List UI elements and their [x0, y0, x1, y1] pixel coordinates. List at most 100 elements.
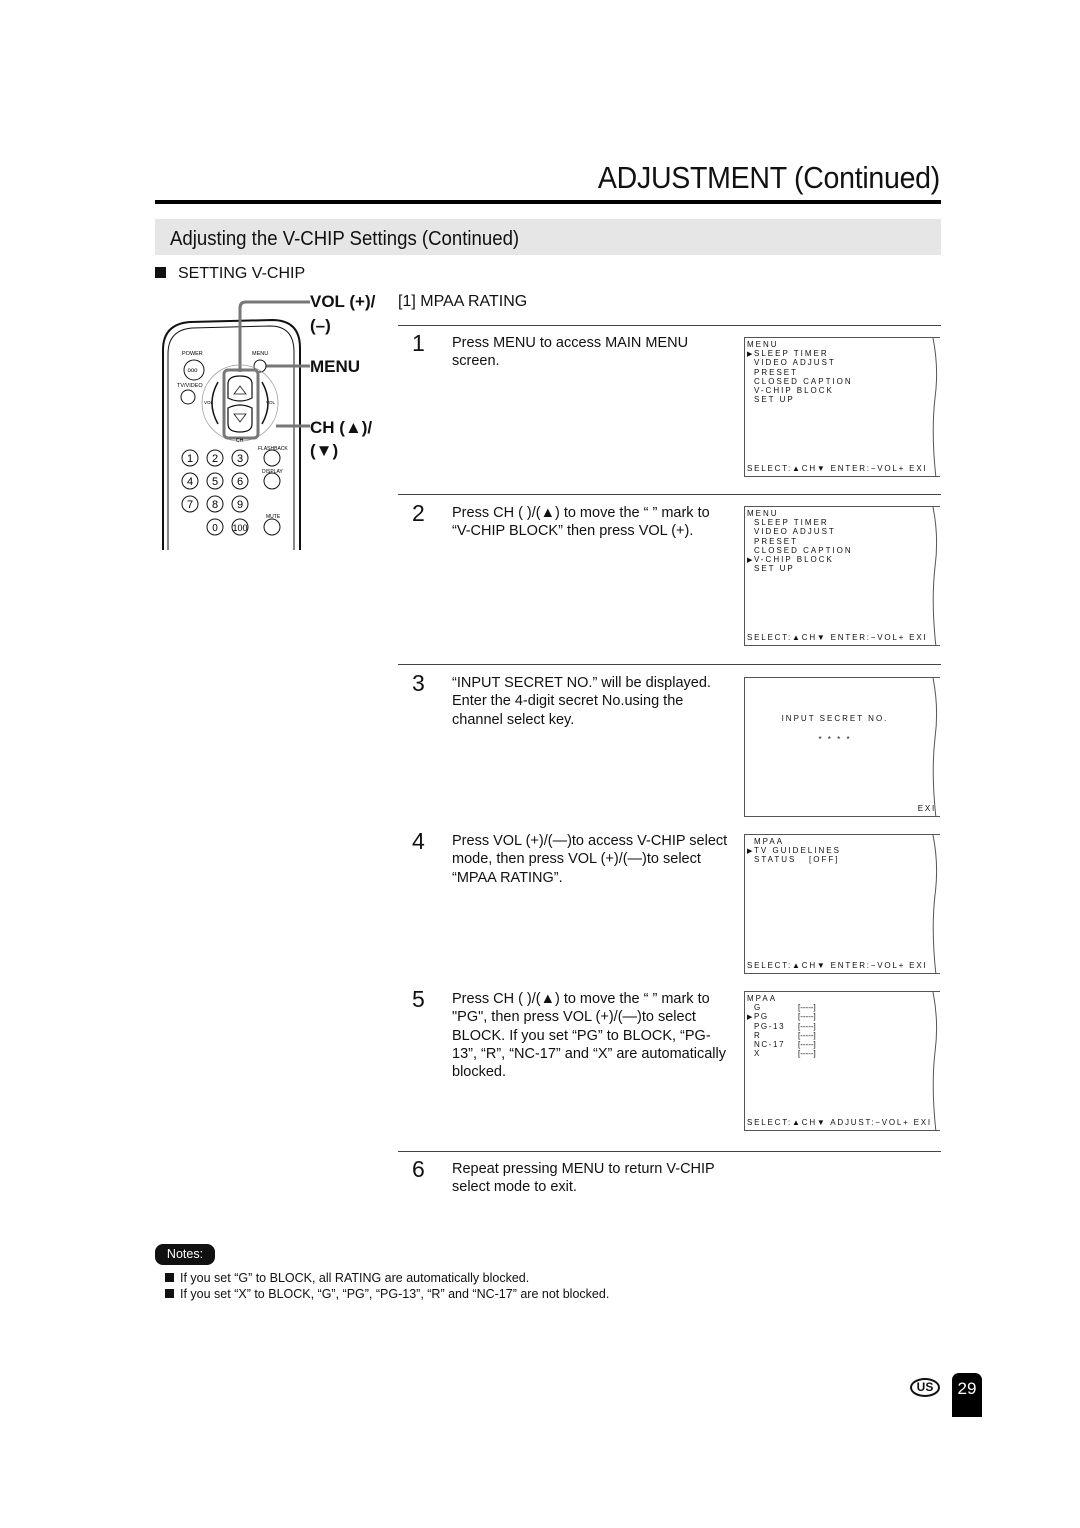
step-text: Press CH ( )/(▲) to move the “ ” mark to…: [452, 991, 726, 1081]
vol-callout: VOL (+)/: [310, 292, 376, 311]
osd-item: R [-----]: [747, 1031, 816, 1040]
osd-screen-mpaa-ratings: MPAA G [-----] ▶ PG [-----] PG-13 [-----] R [-…: [744, 991, 940, 1131]
step-text: Press CH ( )/(▲) to move the “ ” mark to…: [452, 505, 710, 540]
svg-text:TV/VIDEO: TV/VIDEO: [177, 383, 203, 389]
rating-status: [-----]: [798, 1030, 816, 1040]
osd-title: MPAA: [747, 994, 778, 1003]
osd-prompt: INPUT SECRET NO.: [781, 714, 889, 723]
osd-item: X [-----]: [747, 1049, 816, 1058]
svg-text:0: 0: [212, 523, 218, 534]
ch-down-button: [227, 404, 253, 433]
pointer-spacer: [747, 1050, 754, 1059]
title-rule: [155, 200, 941, 204]
divider: [398, 325, 941, 326]
page-title: ADJUSTMENT (Continued): [597, 160, 940, 195]
number-keypad: 1 2 3 4 5 6 7 8 9 0 100: [181, 449, 249, 536]
step-text: Press VOL (+)/(—)to access V-CHIP select…: [452, 833, 728, 886]
mute-button: [263, 518, 281, 536]
tv-video-button: [180, 389, 196, 405]
screen-torn-edge: [932, 338, 938, 476]
vol-callout-minus: (–): [310, 316, 331, 335]
osd-footer: SELECT:▲CH▼ ADJUST:−VOL+ EXI: [747, 1118, 932, 1127]
note-item: If you set “G” to BLOCK, all RATING are …: [165, 1271, 529, 1285]
step-text: Repeat pressing MENU to return V-CHIP se…: [452, 1161, 715, 1196]
divider: [398, 1151, 941, 1152]
svg-text:4: 4: [187, 476, 193, 488]
osd-item: CLOSED CAPTION: [747, 546, 853, 555]
osd-ratings-list: MPAA G [-----] ▶ PG [-----] PG-13 [-----] R [-…: [747, 994, 816, 1058]
menu-label: MENU: [252, 351, 268, 357]
section-title: Adjusting the V-CHIP Settings (Continued…: [170, 228, 520, 250]
svg-text:1: 1: [187, 453, 193, 465]
svg-text:7: 7: [187, 499, 193, 511]
step-number: 2: [412, 500, 425, 526]
osd-list: MENU SLEEP TIMER VIDEO ADJUST PRESET CLO…: [747, 509, 853, 573]
rating-status: [-----]: [798, 1003, 816, 1013]
osd-list: MENU ▶ SLEEP TIMER VIDEO ADJUST PRESET CLO…: [747, 340, 853, 404]
notes-badge: Notes:: [155, 1244, 215, 1265]
svg-text:3: 3: [237, 453, 243, 465]
osd-item: NC-17 [-----]: [747, 1040, 816, 1049]
osd-item-selected: ▶ SLEEP TIMER: [747, 349, 829, 359]
svg-text:2: 2: [212, 453, 218, 465]
osd-item: MPAA: [747, 837, 841, 846]
osd-item: PRESET: [747, 537, 853, 546]
remote-control-illustration: POWER ooo MENU TV/VIDEO VOL VOL CH 1 2 3…: [162, 300, 310, 550]
svg-text:6: 6: [237, 476, 243, 488]
step-number: 1: [412, 330, 425, 356]
ch-callout-down: (▼): [310, 441, 339, 460]
svg-text:VOL: VOL: [266, 400, 276, 405]
svg-text:CH: CH: [236, 438, 244, 444]
svg-text:9: 9: [237, 499, 243, 511]
osd-item: SLEEP TIMER: [747, 518, 853, 527]
osd-screen-vchip-mode: MPAA ▶ TV GUIDELINES STATUS [OFF] SELECT:▲…: [744, 834, 940, 974]
screen-torn-edge: [932, 835, 938, 973]
osd-title: MENU: [747, 509, 779, 518]
rating-status: [-----]: [798, 1049, 816, 1059]
osd-screen-secret-no: INPUT SECRET NO. * * * * EXI: [744, 677, 940, 817]
osd-screen-vchip-selected: MENU SLEEP TIMER VIDEO ADJUST PRESET CLO…: [744, 506, 940, 646]
ch-up-button: [227, 375, 253, 402]
divider: [398, 664, 941, 665]
osd-title: MENU: [747, 340, 779, 349]
osd-item: VIDEO ADJUST: [747, 527, 853, 536]
menu-callout: MENU: [310, 357, 361, 376]
flashback-button: [263, 449, 281, 467]
ch-callout: CH (▲)/: [310, 418, 373, 437]
step-number: 6: [412, 1156, 425, 1182]
screen-torn-edge: [932, 678, 938, 816]
display-button: [263, 472, 281, 490]
bullet-square-icon: [165, 1289, 174, 1298]
step-number: 4: [412, 828, 425, 854]
subhead-text: SETTING V-CHIP: [178, 265, 306, 282]
osd-item: STATUS [OFF]: [747, 855, 841, 864]
power-label: POWER: [182, 351, 203, 357]
procedure-heading: [1] MPAA RATING: [398, 293, 528, 310]
svg-text:5: 5: [212, 476, 218, 488]
rating-status: [-----]: [798, 1039, 816, 1049]
osd-screen-main-menu: MENU ▶ SLEEP TIMER VIDEO ADJUST PRESET CLO…: [744, 337, 940, 477]
osd-item-selected: ▶ V-CHIP BLOCK: [747, 554, 834, 564]
osd-item: PRESET: [747, 368, 853, 377]
rating-status: [-----]: [798, 1012, 816, 1022]
bullet-square-icon: [165, 1273, 174, 1282]
divider: [398, 494, 941, 495]
screen-torn-edge: [932, 507, 938, 645]
page-number: 29: [952, 1373, 982, 1417]
osd-item-selected: ▶ TV GUIDELINES: [747, 846, 841, 856]
svg-text:ooo: ooo: [188, 368, 199, 374]
osd-footer: SELECT:▲CH▼ ENTER:−VOL+ EXI: [747, 633, 928, 642]
pointer-spacer: [747, 396, 754, 405]
subhead: SETTING V-CHIP: [155, 265, 305, 283]
rating-status: [-----]: [798, 1021, 816, 1031]
osd-item: SET UP: [747, 395, 853, 404]
svg-text:100: 100: [232, 523, 247, 533]
osd-item: PG-13 [-----]: [747, 1022, 816, 1031]
pointer-spacer: [747, 565, 754, 574]
osd-item: SET UP: [747, 564, 853, 573]
osd-secret-value: * * * *: [818, 735, 852, 744]
svg-text:8: 8: [212, 499, 218, 511]
osd-item: CLOSED CAPTION: [747, 377, 853, 386]
step-text: Press MENU to access MAIN MENU screen.: [452, 335, 689, 370]
osd-item: VIDEO ADJUST: [747, 358, 853, 367]
